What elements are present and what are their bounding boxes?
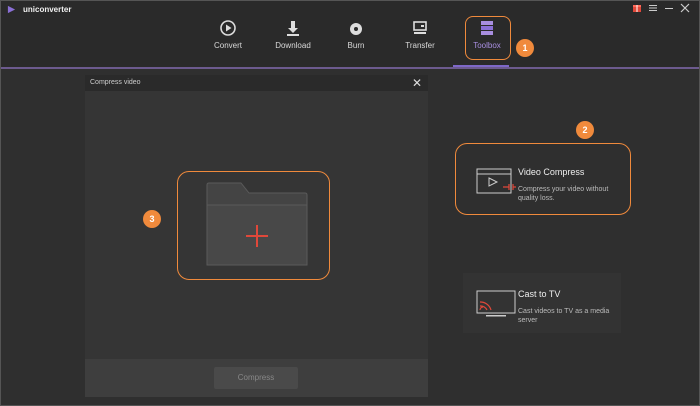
cast-to-tv-desc: Cast videos to TV as a media server: [518, 308, 610, 324]
callout-badge-3: 3: [143, 210, 161, 228]
app-window: uniconverter Convert Download Burn Trans…: [0, 0, 700, 406]
transfer-icon: [413, 21, 427, 34]
callout-badge-1: 1: [516, 39, 534, 57]
toolbox-highlight: [465, 16, 511, 60]
add-file-highlight: [177, 171, 330, 280]
download-icon: [287, 21, 299, 36]
close-icon[interactable]: [679, 3, 691, 15]
gift-icon[interactable]: [631, 3, 643, 15]
dialog-footer: Compress: [85, 359, 428, 397]
nav-burn[interactable]: Burn: [331, 19, 381, 59]
cast-to-tv-title: Cast to TV: [518, 289, 561, 299]
nav-download[interactable]: Download: [268, 19, 318, 59]
app-logo-icon: [7, 5, 16, 14]
top-toolbar: uniconverter Convert Download Burn Trans…: [1, 1, 699, 69]
nav-convert-label: Convert: [213, 41, 242, 50]
active-tab-indicator: [453, 65, 509, 67]
nav-transfer[interactable]: Transfer: [395, 19, 445, 59]
dialog-title: Compress video: [90, 79, 141, 86]
app-title: uniconverter: [23, 5, 72, 14]
dialog-header: Compress video ✕: [85, 75, 428, 91]
nav-convert[interactable]: Convert: [203, 19, 253, 59]
nav-burn-label: Burn: [347, 41, 365, 50]
menu-icon[interactable]: [647, 3, 659, 15]
tool-card-cast-to-tv[interactable]: Cast to TV Cast videos to TV as a media …: [463, 273, 621, 333]
nav-transfer-label: Transfer: [405, 41, 435, 50]
dialog-close-icon[interactable]: ✕: [412, 77, 422, 89]
cast-tv-icon: [476, 290, 516, 317]
compress-button[interactable]: Compress: [214, 367, 298, 389]
burn-icon: [350, 23, 362, 35]
convert-icon: [220, 20, 236, 36]
video-compress-highlight: [455, 143, 631, 215]
callout-badge-2: 2: [576, 121, 594, 139]
nav-download-label: Download: [275, 41, 311, 50]
minimize-icon[interactable]: [663, 3, 675, 15]
